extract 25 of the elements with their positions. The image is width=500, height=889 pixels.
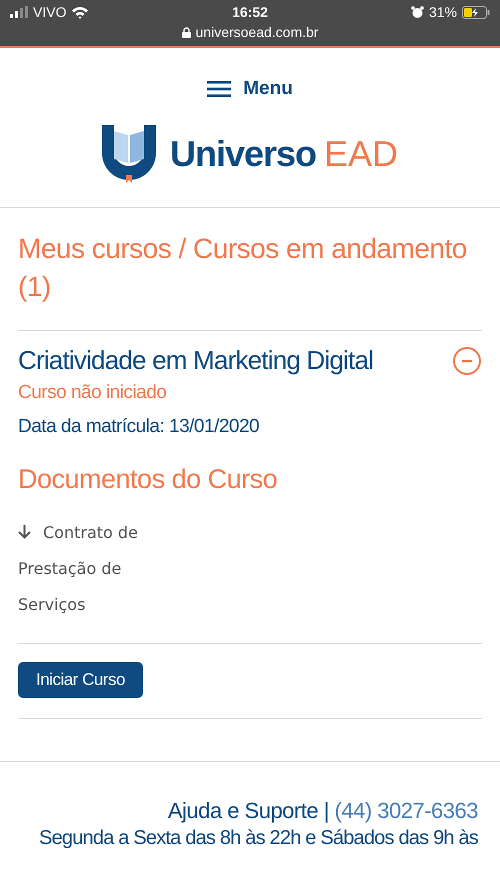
battery-percent: 31% (428, 4, 457, 20)
document-link[interactable]: Contrato de Prestação de Serviços (18, 515, 158, 623)
menu-button[interactable]: Menu (207, 78, 293, 100)
logo[interactable]: Universo EAD (102, 125, 398, 183)
download-arrow-icon (18, 525, 31, 539)
lock-icon (182, 26, 191, 38)
documents-heading: Documentos do Curso (18, 464, 278, 495)
opening-hours: Segunda a Sexta das 8h às 22h e Sábados das 9h às (39, 826, 478, 850)
clock-time: 16:52 (232, 4, 268, 20)
course-title[interactable]: Criatividade em Marketing Digital (18, 345, 374, 376)
enrollment-date: Data da matrícula: 13/01/2020 (18, 416, 260, 438)
carrier-name: VIVO (33, 4, 66, 20)
page-heading: Meus cursos / Cursos em andamento (1) (18, 232, 468, 304)
menu-icon (207, 81, 232, 97)
book-shield-icon (102, 125, 156, 183)
alarm-icon (410, 6, 424, 18)
signal-icon (10, 6, 28, 18)
battery-icon (462, 6, 490, 18)
url-text[interactable]: universoead.com.br (196, 24, 318, 40)
phone-link[interactable]: (44) 3027-6363 (334, 798, 478, 823)
start-course-button[interactable]: Iniciar Curso (18, 662, 143, 698)
wifi-icon (71, 6, 90, 18)
course-status: Curso não iniciado (18, 382, 168, 404)
collapse-icon[interactable] (452, 346, 482, 376)
support-label: Ajuda e Suporte | (168, 798, 329, 823)
